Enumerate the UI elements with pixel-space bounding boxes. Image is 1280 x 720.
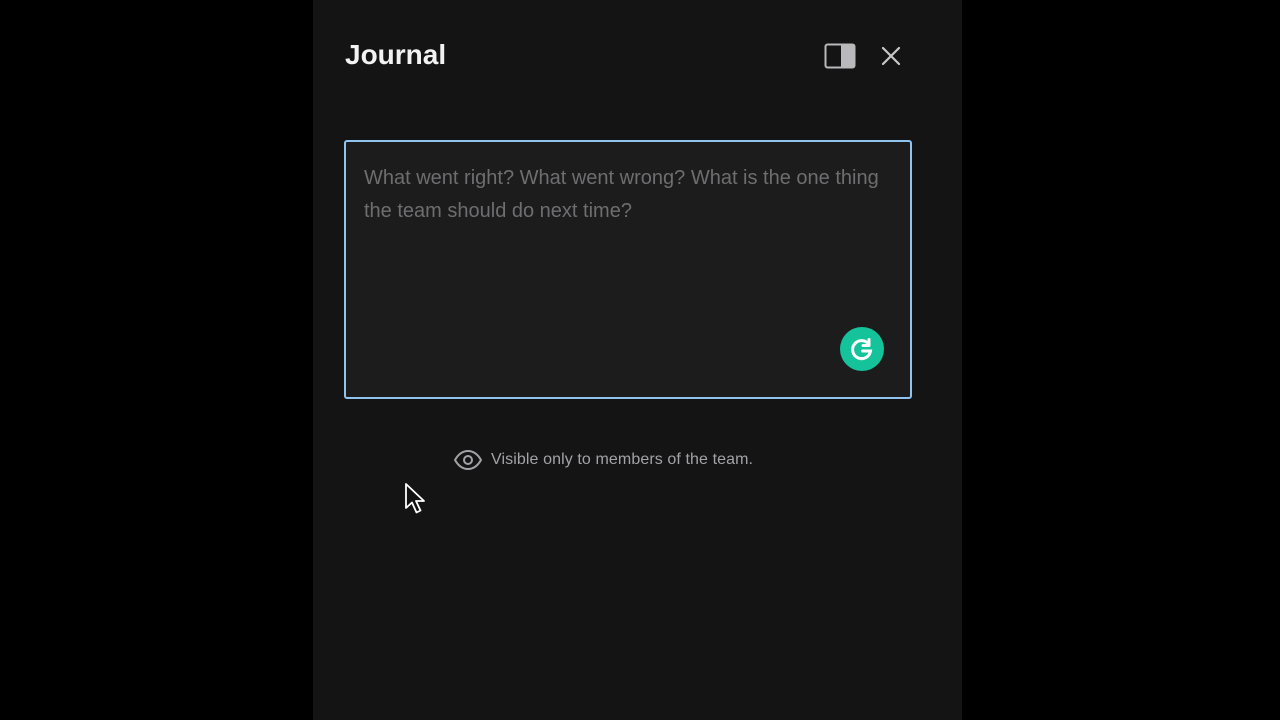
close-icon	[881, 46, 901, 66]
journal-panel: Journal Visible only to members of the t…	[313, 0, 962, 720]
visibility-text: Visible only to members of the team.	[491, 451, 754, 468]
mouse-pointer-icon	[405, 483, 425, 514]
journal-input[interactable]	[346, 142, 910, 397]
panel-title: Journal	[345, 39, 447, 70]
grammarly-button[interactable]	[840, 327, 884, 371]
eye-icon	[453, 449, 483, 471]
visibility-note: Visible only to members of the team.	[453, 446, 753, 474]
sidebar-panel-toggle-button[interactable]	[824, 40, 856, 72]
sidebar-panel-icon	[824, 43, 856, 69]
close-button[interactable]	[875, 40, 907, 72]
journal-entry-box	[344, 140, 912, 399]
grammarly-icon	[851, 338, 873, 361]
